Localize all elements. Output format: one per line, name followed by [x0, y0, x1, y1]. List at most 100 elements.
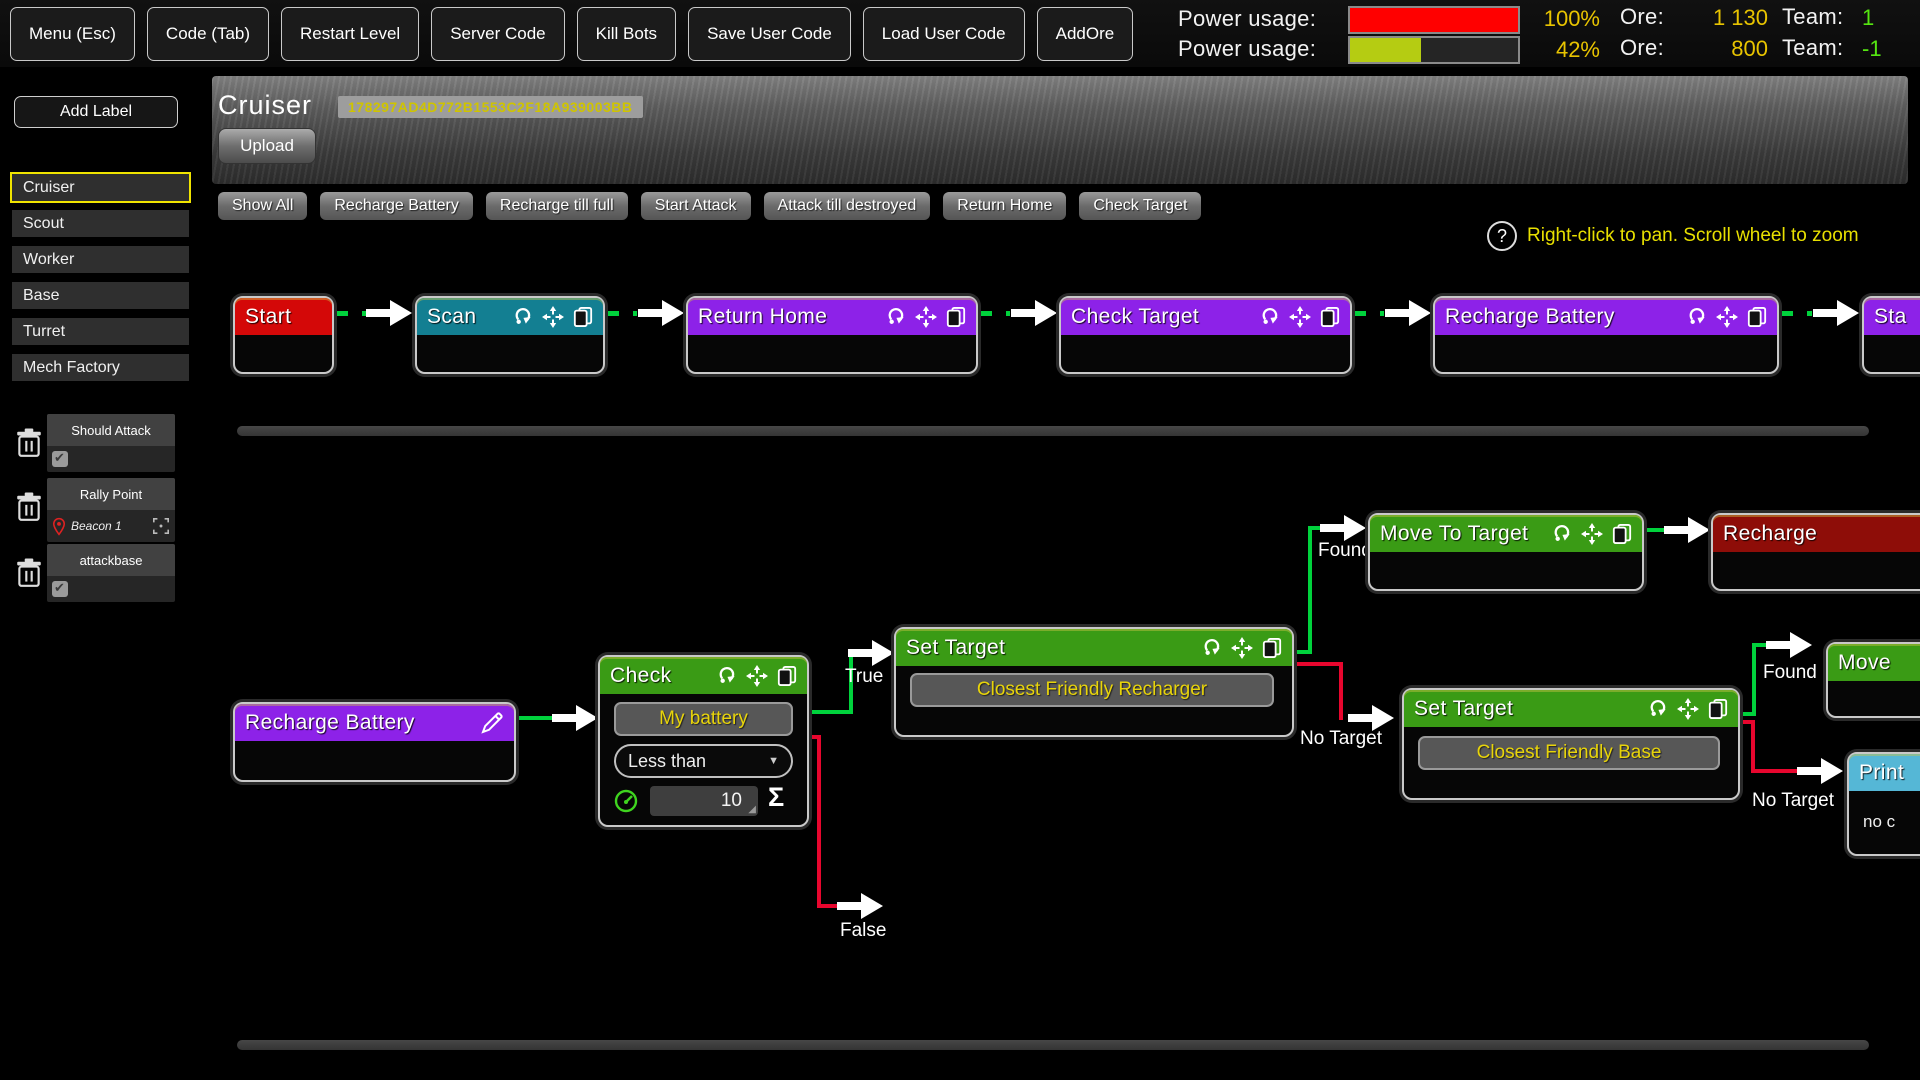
canvas-scrollbar-bottom[interactable] — [237, 1040, 1869, 1050]
move-icon[interactable] — [1716, 306, 1738, 328]
move-icon[interactable] — [746, 665, 768, 687]
node-recharge-partial[interactable]: Recharge — [1711, 513, 1920, 591]
bot-header-panel — [212, 76, 1908, 184]
move-icon[interactable] — [1581, 523, 1603, 545]
filter-attack-till-destroyed[interactable]: Attack till destroyed — [764, 192, 931, 220]
sigma-icon[interactable] — [768, 782, 784, 813]
node-move-partial[interactable]: Move — [1826, 642, 1920, 718]
copy-icon[interactable] — [777, 665, 797, 687]
variable-card-should-attack: Should Attack — [47, 414, 175, 472]
wire-green — [1350, 311, 1384, 316]
copy-icon[interactable] — [1612, 523, 1632, 545]
copy-icon[interactable] — [1262, 637, 1282, 659]
filter-show-all[interactable]: Show All — [218, 192, 307, 220]
checkbox-checked[interactable] — [52, 581, 68, 597]
wire-red — [1751, 769, 1797, 773]
kill-bots-button[interactable]: Kill Bots — [577, 7, 676, 61]
wire-green — [976, 311, 1010, 316]
branch-label-no-target: No Target — [1300, 728, 1382, 750]
copy-icon[interactable] — [1708, 698, 1728, 720]
value-input[interactable]: 10 — [650, 786, 758, 816]
loop-icon[interactable] — [1201, 637, 1222, 658]
wire-green — [603, 311, 637, 316]
flow-arrow — [1320, 515, 1366, 541]
loop-icon[interactable] — [1686, 306, 1707, 327]
restart-level-button[interactable]: Restart Level — [281, 7, 419, 61]
loop-icon[interactable] — [1259, 306, 1280, 327]
node-title: Set Target — [1414, 697, 1638, 721]
node-start[interactable]: Start — [233, 296, 334, 374]
checkbox-checked[interactable] — [52, 451, 68, 467]
trash-icon[interactable] — [16, 428, 42, 463]
power-usage-label-2: Power usage: — [1178, 36, 1316, 62]
node-recharge-battery-left[interactable]: Recharge Battery — [233, 702, 516, 782]
load-user-code-button[interactable]: Load User Code — [863, 7, 1025, 61]
node-title: Scan — [427, 305, 503, 329]
check-param-button[interactable]: My battery — [614, 702, 793, 736]
copy-icon[interactable] — [1747, 306, 1767, 328]
node-return-home[interactable]: Return Home — [686, 296, 978, 374]
target-param-button[interactable]: Closest Friendly Recharger — [910, 673, 1274, 707]
filter-bar: Show All Recharge Battery Recharge till … — [218, 192, 1201, 220]
help-icon[interactable] — [1487, 221, 1517, 251]
variable-name: Should Attack — [47, 414, 175, 446]
focus-target-icon[interactable] — [152, 517, 170, 535]
trash-icon[interactable] — [16, 558, 42, 593]
move-icon[interactable] — [915, 306, 937, 328]
sidebar-item-scout[interactable]: Scout — [12, 210, 189, 237]
loop-icon[interactable] — [716, 665, 737, 686]
server-code-button[interactable]: Server Code — [431, 7, 564, 61]
loop-icon[interactable] — [512, 306, 533, 327]
node-start-attack-partial[interactable]: Sta — [1862, 296, 1920, 374]
move-icon[interactable] — [1231, 637, 1253, 659]
edit-pencil-icon[interactable] — [480, 711, 504, 735]
copy-icon[interactable] — [573, 306, 593, 328]
filter-recharge-till-full[interactable]: Recharge till full — [486, 192, 628, 220]
sidebar-item-base[interactable]: Base — [12, 282, 189, 309]
node-set-target-base[interactable]: Set Target Closest Friendly Base — [1402, 688, 1740, 800]
move-icon[interactable] — [1289, 306, 1311, 328]
filter-start-attack[interactable]: Start Attack — [641, 192, 751, 220]
move-icon[interactable] — [542, 306, 564, 328]
node-recharge-battery-top[interactable]: Recharge Battery — [1433, 296, 1779, 374]
wire-red — [817, 904, 837, 908]
menu-button[interactable]: Menu (Esc) — [10, 7, 135, 61]
print-message: no c — [1863, 812, 1895, 832]
add-label-button[interactable]: Add Label — [14, 96, 178, 128]
copy-icon[interactable] — [1320, 306, 1340, 328]
node-title: Print — [1859, 761, 1920, 785]
add-ore-button[interactable]: AddOre — [1037, 7, 1134, 61]
filter-return-home[interactable]: Return Home — [943, 192, 1066, 220]
node-check-target[interactable]: Check Target — [1059, 296, 1352, 374]
loop-icon[interactable] — [1551, 523, 1572, 544]
node-scan[interactable]: Scan — [415, 296, 605, 374]
team-value-1: 1 — [1862, 5, 1874, 31]
node-check[interactable]: Check My battery Less than 10 — [598, 655, 809, 827]
filter-check-target[interactable]: Check Target — [1079, 192, 1201, 220]
variable-card-attackbase: attackbase — [47, 544, 175, 602]
code-button[interactable]: Code (Tab) — [147, 7, 269, 61]
node-print-partial[interactable]: Print no c — [1847, 752, 1920, 856]
sidebar-item-worker[interactable]: Worker — [12, 246, 189, 273]
copy-icon[interactable] — [946, 306, 966, 328]
node-set-target-recharger[interactable]: Set Target Closest Friendly Recharger — [894, 627, 1294, 737]
loop-icon[interactable] — [885, 306, 906, 327]
comparator-dropdown[interactable]: Less than — [614, 744, 793, 778]
loop-icon[interactable] — [1647, 698, 1668, 719]
save-user-code-button[interactable]: Save User Code — [688, 7, 851, 61]
sidebar-item-mech-factory[interactable]: Mech Factory — [12, 354, 189, 381]
trash-icon[interactable] — [16, 492, 42, 527]
move-icon[interactable] — [1677, 698, 1699, 720]
sidebar-item-turret[interactable]: Turret — [12, 318, 189, 345]
sidebar-item-cruiser[interactable]: Cruiser — [10, 172, 191, 203]
power-usage-label-1: Power usage: — [1178, 6, 1316, 32]
flow-arrow — [1766, 632, 1812, 658]
canvas-scrollbar-top[interactable] — [237, 426, 1869, 436]
node-move-to-target[interactable]: Move To Target — [1368, 513, 1644, 591]
target-param-button[interactable]: Closest Friendly Base — [1418, 736, 1720, 770]
gauge-icon[interactable] — [613, 788, 639, 814]
team-label-1: Team: — [1782, 4, 1843, 30]
comparator-value: Less than — [628, 751, 706, 772]
upload-button[interactable]: Upload — [218, 128, 316, 164]
filter-recharge-battery[interactable]: Recharge Battery — [320, 192, 473, 220]
